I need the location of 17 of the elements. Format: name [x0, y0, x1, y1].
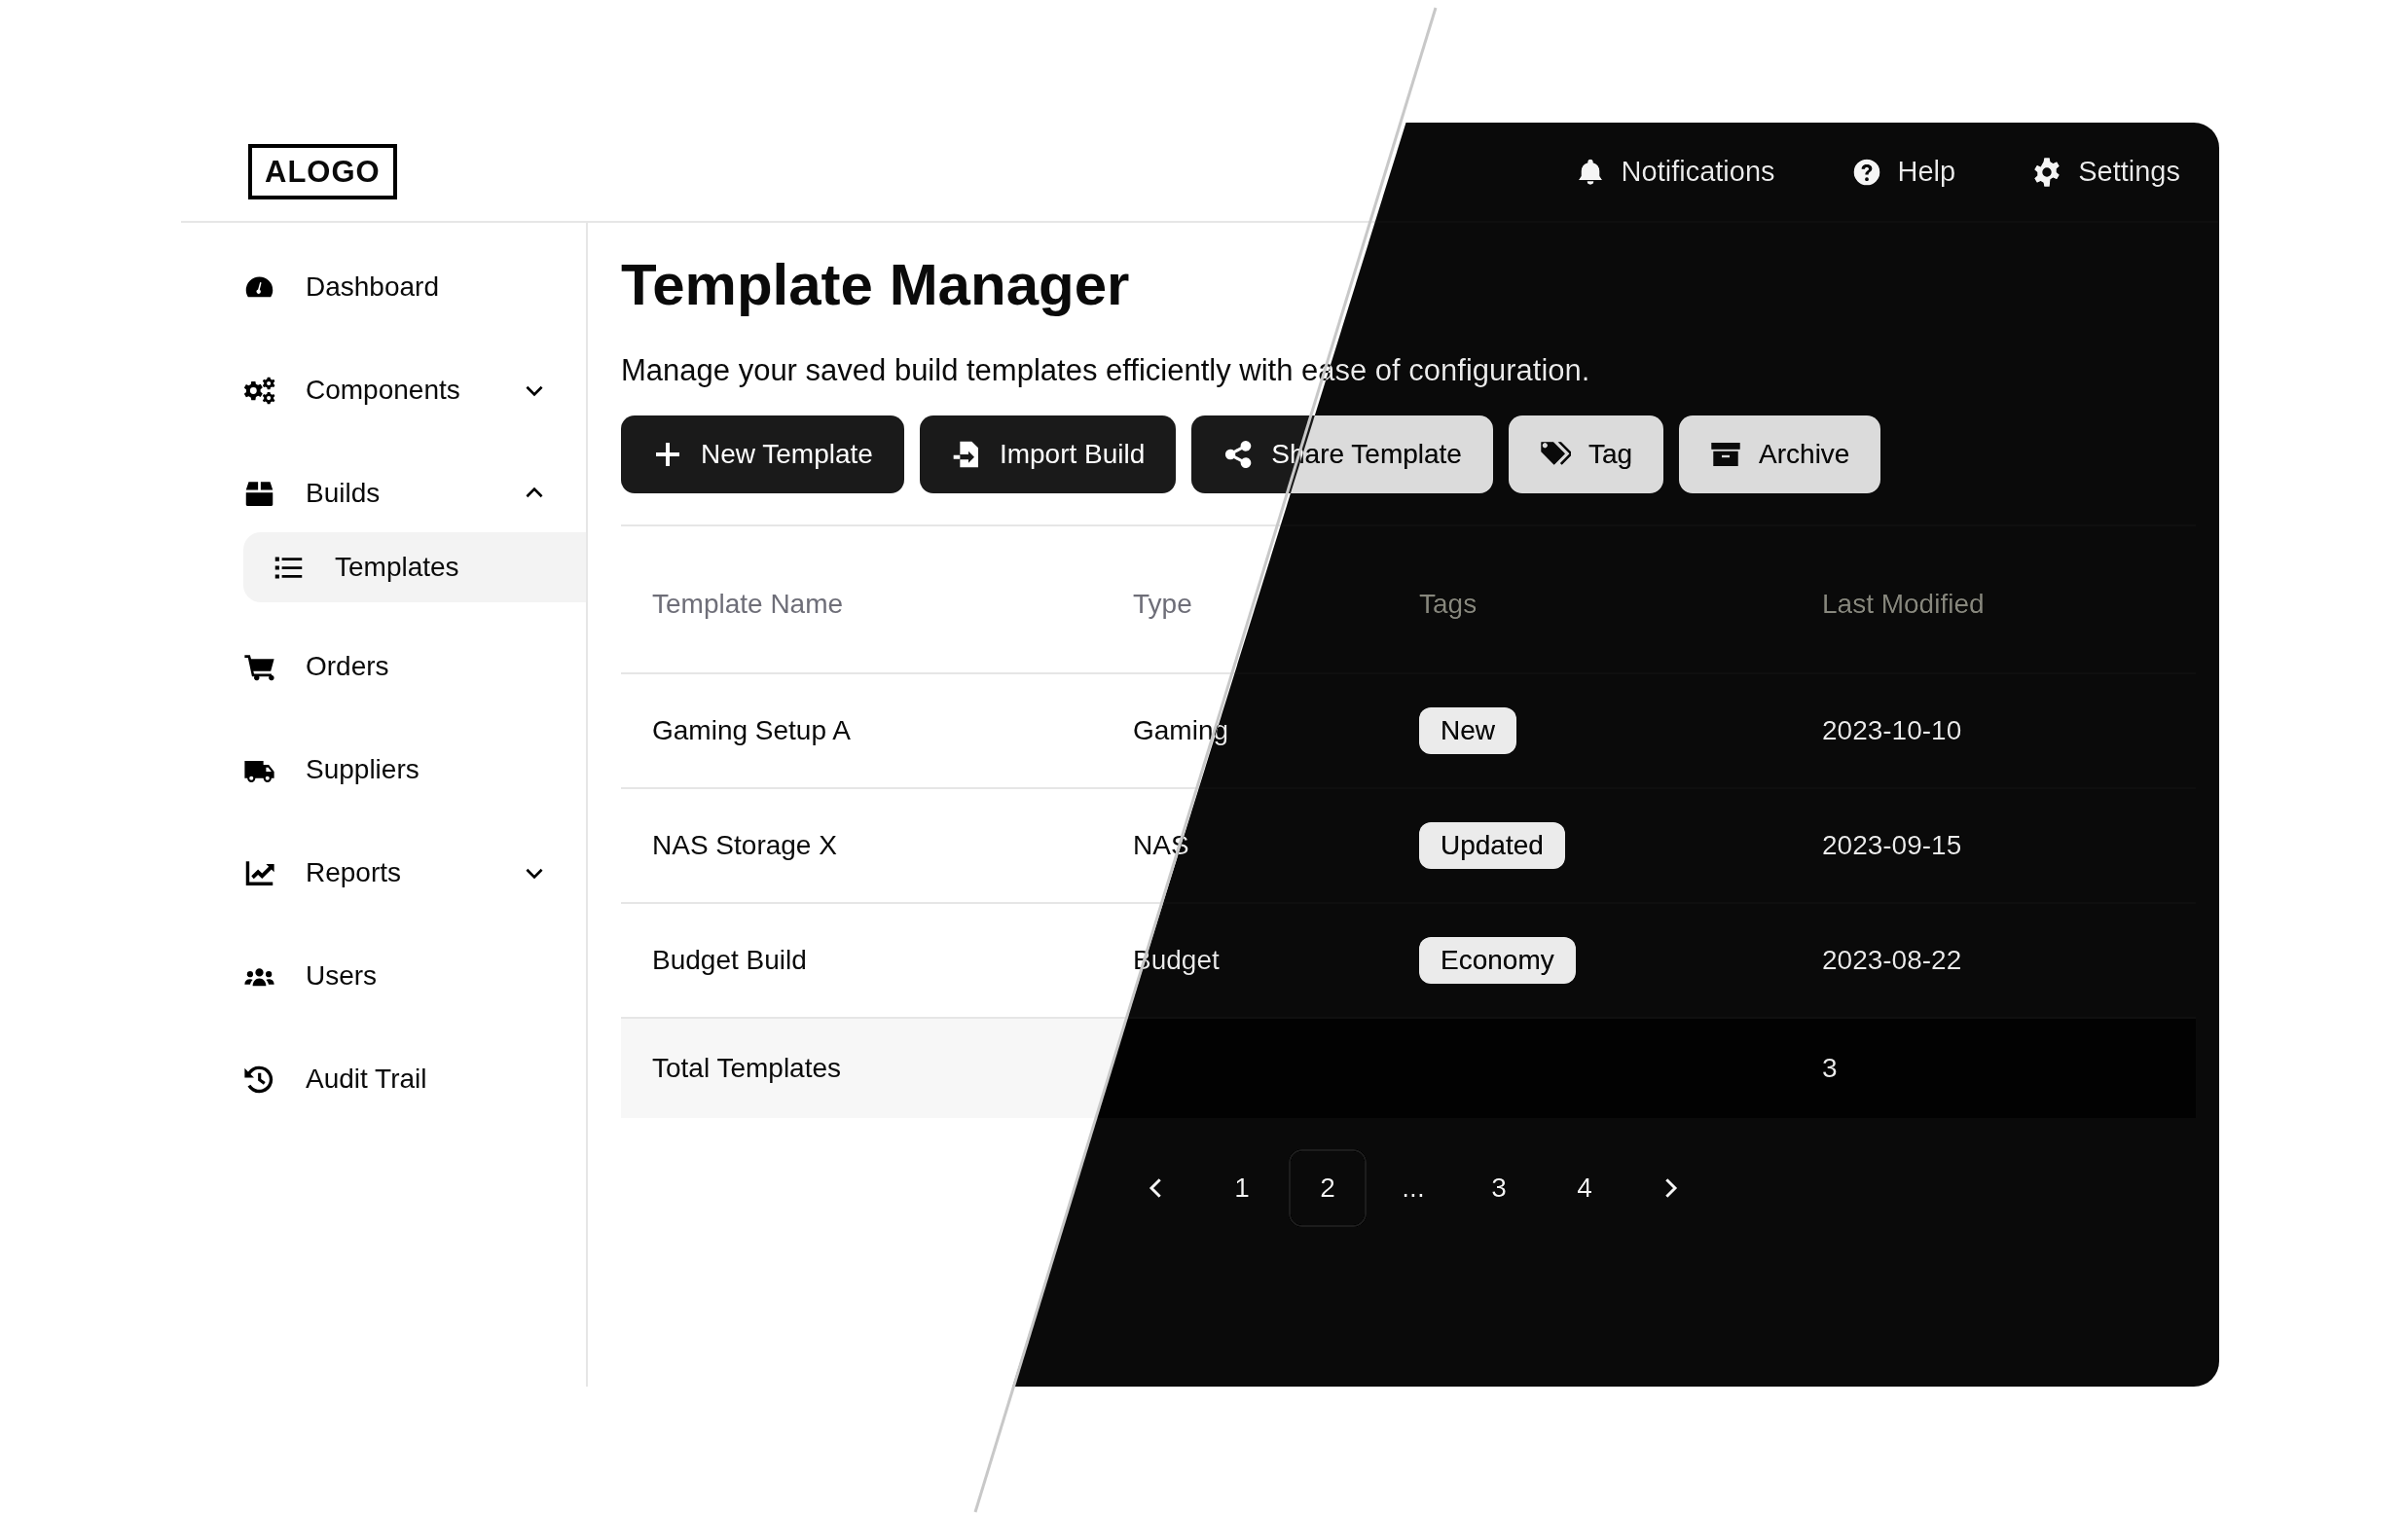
- table-cell: 2023-10-10: [1822, 715, 1962, 745]
- table-cell: NAS Storage X: [652, 830, 837, 860]
- column-header: Last Modified: [1822, 589, 1985, 619]
- total-value: 3: [1822, 1053, 1838, 1083]
- logo: ALOGO: [248, 143, 397, 200]
- column-header: Template Name: [652, 589, 844, 619]
- sidebar-item[interactable]: Templates: [243, 532, 586, 602]
- total-label: Total Templates: [652, 1053, 842, 1083]
- table-cell: Budget Build: [652, 945, 807, 975]
- column-header: Tags: [1419, 589, 1478, 619]
- action-button[interactable]: Import Build: [919, 415, 1177, 493]
- table-cell: Gaming Setup A: [652, 715, 851, 745]
- column-header: Type: [1133, 589, 1192, 619]
- table-cell: 2023-09-15: [1822, 830, 1962, 860]
- page-title: Template Manager: [621, 251, 1131, 319]
- action-button[interactable]: New Template: [621, 415, 904, 493]
- table-cell: 2023-08-22: [1822, 945, 1962, 975]
